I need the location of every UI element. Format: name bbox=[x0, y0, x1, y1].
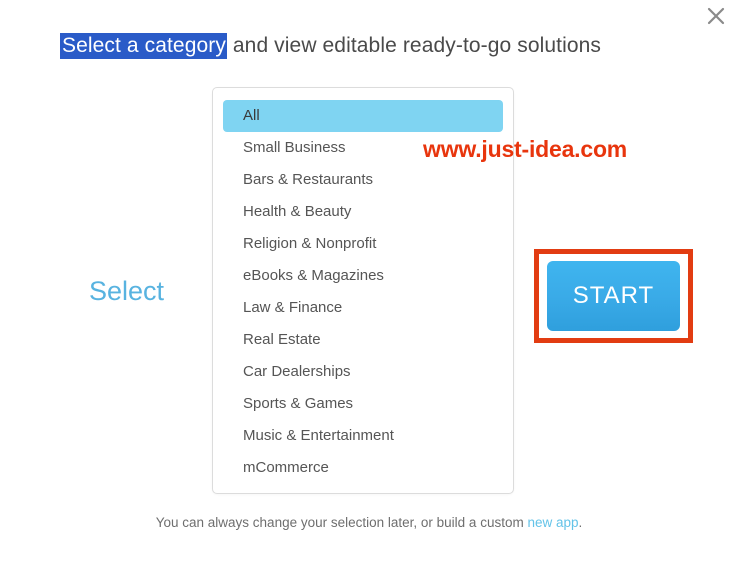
footer-suffix: . bbox=[578, 515, 583, 530]
list-item[interactable]: Religion & Nonprofit bbox=[223, 228, 503, 260]
headline-rest-text: and view editable ready-to-go solutions bbox=[226, 34, 602, 57]
close-icon bbox=[706, 6, 726, 26]
list-item[interactable]: Real Estate bbox=[223, 324, 503, 356]
list-item[interactable]: Sports & Games bbox=[223, 388, 503, 420]
headline-highlighted-text: Select a category bbox=[60, 33, 227, 59]
page-title: Select a category and view editable read… bbox=[60, 33, 602, 59]
footer-note: You can always change your selection lat… bbox=[0, 515, 738, 530]
list-item[interactable]: Music & Entertainment bbox=[223, 420, 503, 452]
new-app-link[interactable]: new app bbox=[527, 515, 578, 530]
list-item[interactable]: Health & Beauty bbox=[223, 196, 503, 228]
start-button[interactable]: START bbox=[547, 261, 680, 331]
list-item[interactable]: Car Dealerships bbox=[223, 356, 503, 388]
list-item[interactable]: Law & Finance bbox=[223, 292, 503, 324]
list-item[interactable]: eBooks & Magazines bbox=[223, 260, 503, 292]
list-item[interactable]: All bbox=[223, 100, 503, 132]
list-item[interactable]: Bars & Restaurants bbox=[223, 164, 503, 196]
footer-text: You can always change your selection lat… bbox=[155, 515, 528, 530]
select-label: Select bbox=[89, 276, 165, 306]
list-item[interactable]: mCommerce bbox=[223, 452, 503, 484]
watermark: www.just-idea.com bbox=[423, 136, 628, 162]
close-button[interactable] bbox=[702, 2, 730, 30]
